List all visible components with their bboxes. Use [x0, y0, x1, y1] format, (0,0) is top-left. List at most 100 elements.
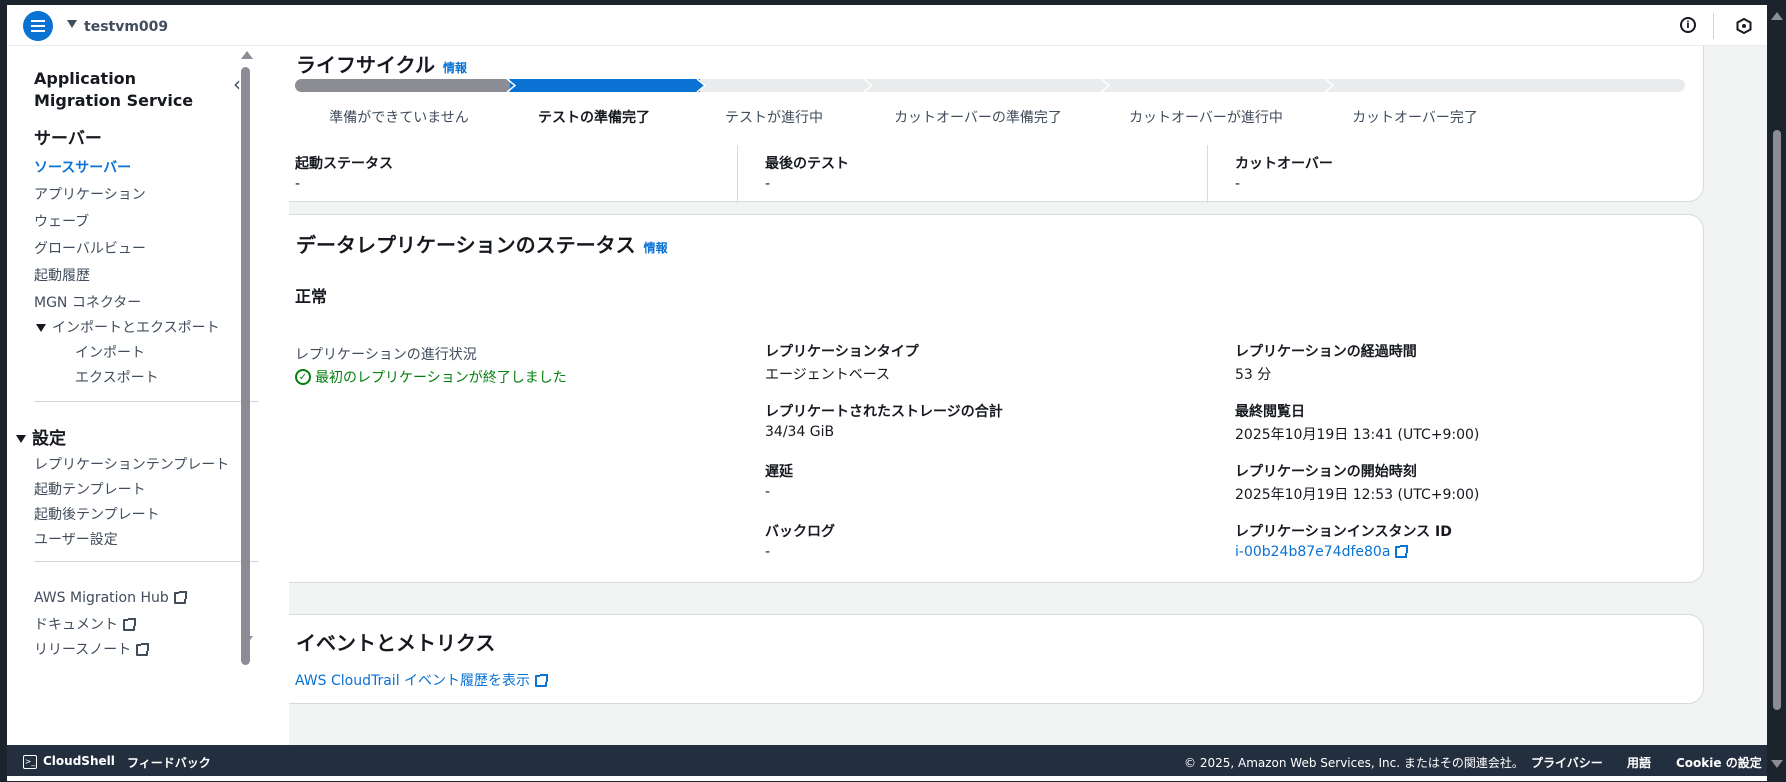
sidebar-item-user-settings[interactable]: ユーザー設定 — [34, 529, 118, 549]
replication-progress: レプリケーションの進行状況 ✓ 最初のレプリケーションが終了しました — [295, 341, 567, 387]
info-icon[interactable]: i — [1680, 17, 1696, 33]
scroll-up-icon[interactable] — [241, 51, 253, 59]
side-navigation: Application Migration Service ‹ サーバー ソース… — [7, 46, 258, 750]
hexagon-icon[interactable] — [1736, 18, 1752, 34]
replication-backlog-value: - — [765, 544, 771, 560]
lifecycle-title-text: ライフサイクル — [296, 53, 435, 77]
last-seen-label: 最終閲覧日 — [1235, 404, 1305, 420]
replication-instance-link[interactable]: i-00b24b87e74dfe80a — [1235, 544, 1452, 560]
hamburger-icon[interactable] — [23, 11, 53, 41]
chevron-right-icon — [863, 79, 874, 92]
chevron-right-icon — [696, 79, 707, 92]
lifecycle-step: カットオーバー完了 — [1352, 110, 1478, 126]
replication-status-card: データレプリケーションのステータス 情報 正常 レプリケーションの進行状況 ✓ 最初… — [289, 214, 1704, 583]
last-seen-value: 2025年10月19日 13:41 (UTC+9:00) — [1235, 427, 1480, 443]
sidebar-item-global-view[interactable]: グローバルビュー — [34, 238, 146, 258]
divider — [34, 401, 258, 402]
app-window: testvm009 i Application Migration Servic… — [7, 5, 1767, 781]
link-label: ドキュメント — [34, 617, 118, 633]
scroll-up-icon[interactable] — [1771, 12, 1783, 20]
divider — [1207, 145, 1208, 203]
copyright: © 2025, Amazon Web Services, Inc. またはその関… — [1184, 756, 1524, 770]
feedback-link[interactable]: フィードバック — [127, 754, 211, 771]
sidebar-item-import[interactable]: インポート — [75, 342, 145, 362]
replication-progress-status: ✓ 最初のレプリケーションが終了しました — [295, 367, 567, 387]
replication-backlog: バックログ - — [765, 521, 835, 560]
replication-title-text: データレプリケーションのステータス — [296, 233, 636, 257]
cutover: カットオーバー - — [1235, 153, 1333, 192]
scroll-down-icon[interactable] — [1771, 760, 1783, 768]
replication-title: データレプリケーションのステータス 情報 — [296, 229, 668, 258]
lifecycle-step: カットオーバーが進行中 — [1129, 110, 1283, 126]
replicated-storage-value: 34/34 GiB — [765, 424, 835, 440]
lifecycle-card: ライフサイクル 情報 準備ができていません テストの準備完了 テストが進行中 カッ… — [289, 46, 1704, 203]
success-check-icon: ✓ — [295, 369, 311, 385]
sidebar-item-mgn-connector[interactable]: MGN コネクター — [34, 292, 141, 312]
cloudshell-button[interactable]: >_ CloudShell — [23, 754, 115, 769]
sidebar-item-replication-template[interactable]: レプリケーションテンプレート — [34, 454, 229, 474]
sidebar-item-waves[interactable]: ウェーブ — [34, 211, 89, 231]
events-title: イベントとメトリクス — [296, 631, 496, 655]
lifecycle-step: 準備ができていません — [329, 110, 469, 126]
external-link-icon — [123, 618, 136, 631]
divider — [1713, 13, 1714, 39]
main-content: ライフサイクル 情報 準備ができていません テストの準備完了 テストが進行中 カッ… — [289, 46, 1767, 750]
info-link[interactable]: 情報 — [443, 61, 467, 75]
sidebar-item-export[interactable]: エクスポート — [75, 367, 159, 387]
scroll-down-icon[interactable] — [241, 636, 253, 644]
last-seen: 最終閲覧日 2025年10月19日 13:41 (UTC+9:00) — [1235, 401, 1479, 444]
cutover-label: カットオーバー — [1235, 156, 1333, 172]
sidebar-item-launch-history[interactable]: 起動履歴 — [34, 265, 90, 285]
replication-elapsed: レプリケーションの経過時間 53 分 — [1235, 341, 1417, 384]
replication-lag: 遅延 - — [765, 461, 793, 500]
divider — [737, 145, 738, 203]
cookie-settings-link[interactable]: Cookie の設定 — [1676, 754, 1762, 771]
sidebar-group-import-export[interactable]: インポートとエクスポート — [36, 317, 220, 337]
caret-down-icon[interactable] — [67, 20, 77, 28]
footer: >_ CloudShell フィードバック © 2025, Amazon Web … — [7, 745, 1767, 776]
sidebar-item-applications[interactable]: アプリケーション — [34, 184, 146, 204]
replication-instance-value: i-00b24b87e74dfe80a — [1235, 544, 1391, 560]
main-scrollbar[interactable] — [1773, 130, 1781, 710]
link-label: リリースノート — [34, 642, 132, 658]
replication-start-value: 2025年10月19日 12:53 (UTC+9:00) — [1235, 487, 1480, 503]
resource-name[interactable]: testvm009 — [84, 19, 168, 35]
replication-lag-label: 遅延 — [765, 464, 793, 480]
section-servers: サーバー — [34, 129, 102, 149]
external-link-icon — [1395, 545, 1409, 558]
replication-type: レプリケーションタイプ エージェントベース — [765, 341, 919, 384]
replication-type-value: エージェントベース — [765, 367, 891, 383]
replication-progress-label: レプリケーションの進行状況 — [295, 347, 477, 363]
sidebar-group-label: インポートとエクスポート — [52, 320, 220, 336]
replication-elapsed-value: 53 分 — [1235, 367, 1272, 383]
external-link-icon — [136, 643, 150, 656]
chevron-right-icon — [1100, 79, 1111, 92]
progress-completed — [295, 79, 510, 92]
terms-link[interactable]: 用語 — [1627, 754, 1651, 771]
replicated-storage: レプリケートされたストレージの合計 34/34 GiB — [765, 401, 1003, 440]
section-settings[interactable]: 設定 — [16, 424, 66, 449]
caret-down-icon — [16, 435, 26, 443]
chevron-right-icon — [506, 79, 517, 92]
sidebar-link-documentation[interactable]: ドキュメント — [34, 614, 136, 634]
replicated-storage-label: レプリケートされたストレージの合計 — [765, 404, 1003, 420]
collapse-sidebar-icon[interactable]: ‹ — [233, 72, 241, 96]
sidebar-scrollbar[interactable] — [241, 67, 250, 665]
service-title[interactable]: Application Migration Service — [34, 68, 194, 112]
external-link-icon — [535, 674, 549, 687]
sidebar-item-source-servers[interactable]: ソースサーバー — [34, 157, 131, 177]
replication-progress-value: 最初のレプリケーションが終了しました — [315, 370, 567, 386]
sidebar-link-release-notes[interactable]: リリースノート — [34, 639, 150, 659]
sidebar-link-migration-hub[interactable]: AWS Migration Hub — [34, 590, 187, 606]
cloudshell-label: CloudShell — [43, 754, 115, 768]
lifecycle-step: カットオーバーの準備完了 — [894, 110, 1062, 126]
privacy-link[interactable]: プライバシー — [1531, 754, 1603, 771]
events-metrics-card: イベントとメトリクス AWS CloudTrail イベント履歴を表示 — [289, 614, 1704, 704]
sidebar-item-post-launch-template[interactable]: 起動後テンプレート — [34, 504, 160, 524]
sidebar-item-launch-template[interactable]: 起動テンプレート — [34, 479, 146, 499]
cutover-value: - — [1235, 176, 1241, 192]
cloudtrail-link[interactable]: AWS CloudTrail イベント履歴を表示 — [295, 670, 549, 690]
caret-down-icon — [36, 324, 46, 332]
info-link[interactable]: 情報 — [644, 241, 668, 255]
replication-type-label: レプリケーションタイプ — [765, 344, 919, 360]
